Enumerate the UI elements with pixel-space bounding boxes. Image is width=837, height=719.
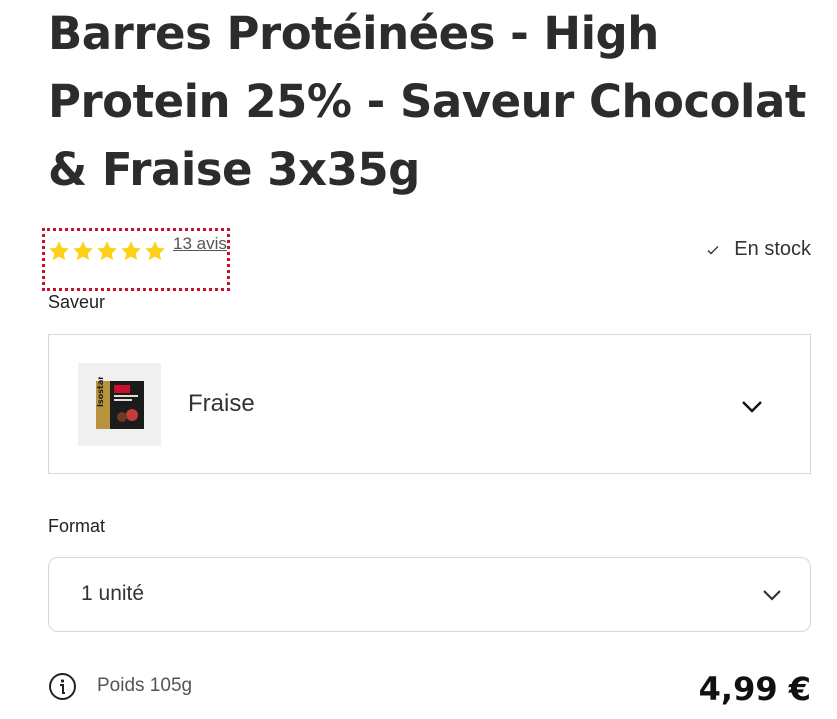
svg-text:Isostar: Isostar — [96, 377, 105, 407]
reviews-link[interactable]: 13 avis — [173, 234, 227, 254]
product-image: Isostar — [95, 377, 144, 429]
format-selected-value: 1 unité — [81, 582, 145, 605]
info-icon[interactable] — [48, 672, 77, 701]
star-icon — [145, 241, 165, 261]
chevron-down-icon — [742, 401, 762, 413]
flavor-label: Saveur — [48, 292, 106, 312]
star-icon — [121, 241, 141, 261]
rating-stars[interactable] — [48, 240, 166, 262]
product-title: Barres Protéinées - High Protein 25% - S… — [48, 7, 806, 196]
format-select[interactable]: 1 unité — [48, 557, 811, 632]
star-icon — [97, 241, 117, 261]
format-label: Format — [48, 516, 106, 536]
product-price: 4,99 € — [698, 670, 811, 708]
stock-status: En stock — [706, 238, 811, 261]
product-thumbnail: Isostar — [78, 363, 161, 446]
flavor-select[interactable]: Isostar Fraise — [48, 334, 811, 474]
check-icon — [707, 245, 719, 254]
stock-label: En stock — [734, 238, 811, 260]
star-icon — [49, 241, 69, 261]
product-weight: Poids 105g — [97, 675, 193, 696]
chevron-down-icon — [763, 590, 781, 601]
flavor-selected-value: Fraise — [188, 390, 255, 417]
star-icon — [73, 241, 93, 261]
